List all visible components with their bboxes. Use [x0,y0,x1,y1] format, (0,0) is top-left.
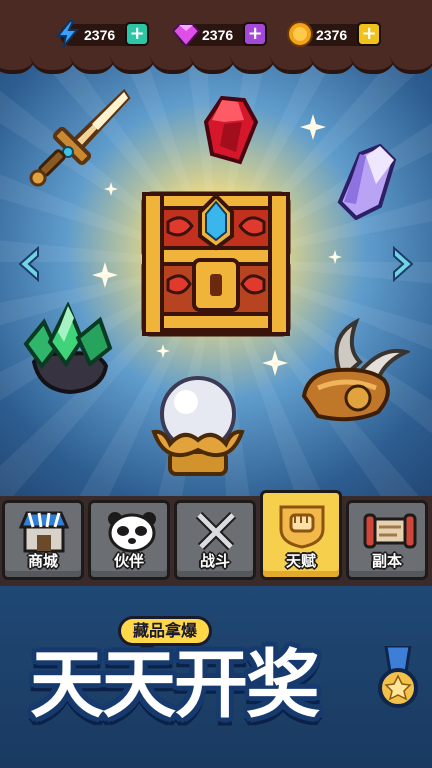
sparkle-icon [104,182,118,196]
ruby-icon[interactable] [204,96,258,166]
promo-headline: 天天开奖 [30,642,320,728]
add-coin-button[interactable]: + [357,22,382,46]
arrow-right-icon[interactable] [390,246,416,282]
medal-icon [378,646,418,708]
add-energy-button[interactable]: + [125,22,150,46]
fist-badge-icon [279,505,325,549]
coin-icon [287,21,313,47]
tab-label: 战斗 [199,552,230,570]
tab-label: 伙伴 [113,552,144,570]
gem-icon [172,24,200,48]
treasure-chest-icon[interactable] [138,186,294,342]
scroll-icon [363,513,417,549]
crossed-swords-icon [195,511,237,551]
tab-partner[interactable]: 伙伴 [88,500,170,580]
sparkle-icon [262,350,288,376]
panda-icon [108,512,156,553]
add-gem-button[interactable]: + [243,22,268,46]
coin-counter: 2376 + [287,21,382,48]
arrow-left-icon[interactable] [16,246,42,282]
resource-bar: 2376 + 2376 + 2376 + [0,0,432,74]
tab-shop[interactable]: 商城 [2,500,84,580]
shop-icon [19,511,69,553]
crystal-ball-icon[interactable] [146,370,250,480]
tab-talent[interactable]: 天赋 [260,490,342,580]
tab-battle[interactable]: 战斗 [174,500,256,580]
emerald-ore-icon[interactable] [20,302,116,396]
sparkle-icon [156,344,170,358]
energy-counter: 2376 + [55,20,150,48]
sparkle-icon [300,114,326,140]
sparkle-icon [328,250,342,264]
gem-counter: 2376 + [172,22,268,48]
crystal-icon[interactable] [336,144,398,220]
winged-boot-icon[interactable] [298,318,410,426]
lightning-icon [55,20,80,48]
tab-label: 副本 [371,552,402,570]
tab-dungeon[interactable]: 副本 [346,500,428,580]
sparkle-icon [92,262,118,288]
tab-label: 商城 [27,552,58,570]
sword-icon[interactable] [28,88,132,192]
tab-label: 天赋 [285,552,316,570]
